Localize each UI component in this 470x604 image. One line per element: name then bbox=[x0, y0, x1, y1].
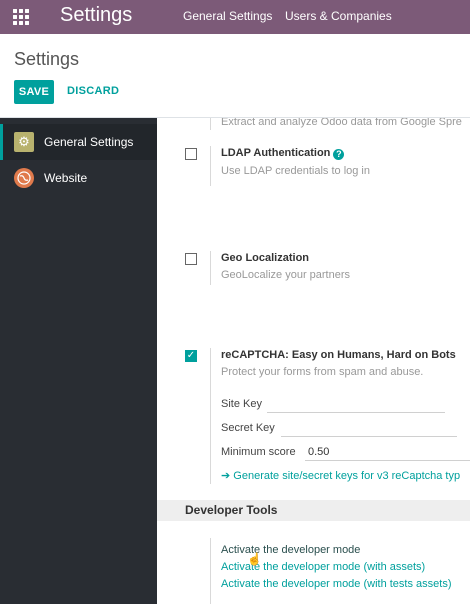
ldap-title: LDAP Authentication? bbox=[221, 147, 345, 160]
geo-localization-checkbox[interactable] bbox=[185, 253, 197, 265]
recaptcha-description: Protect your forms from spam and abuse. bbox=[221, 366, 424, 378]
generate-keys-link-text: Generate site/secret keys for v3 reCaptc… bbox=[233, 470, 461, 482]
ldap-title-text: LDAP Authentication bbox=[221, 147, 331, 159]
developer-tools-title: Developer Tools bbox=[185, 503, 278, 517]
help-icon[interactable]: ? bbox=[333, 148, 345, 160]
menu-general-settings[interactable]: General Settings bbox=[183, 9, 272, 23]
sidebar-item-label: General Settings bbox=[44, 135, 134, 149]
developer-tools-header: Developer Tools bbox=[157, 500, 470, 521]
geo-localization-description: GeoLocalize your partners bbox=[221, 269, 351, 281]
site-key-input[interactable] bbox=[267, 412, 445, 413]
hand-cursor-icon: ☝ bbox=[247, 552, 262, 566]
minimum-score-label: Minimum score bbox=[221, 446, 296, 458]
ldap-checkbox[interactable] bbox=[185, 148, 197, 160]
discard-button[interactable]: DISCARD bbox=[67, 85, 119, 97]
app-brand[interactable]: Settings bbox=[60, 4, 132, 27]
minimum-score-input[interactable]: 0.50 bbox=[308, 446, 329, 458]
recaptcha-checkbox[interactable]: ✓ bbox=[185, 350, 197, 362]
generate-keys-link[interactable]: ➔ Generate site/secret keys for v3 reCap… bbox=[221, 469, 460, 482]
divider bbox=[210, 146, 211, 186]
settings-sidebar: ⚙ General Settings Website bbox=[0, 118, 157, 604]
sidebar-item-label: Website bbox=[44, 171, 88, 185]
sidebar-item-website[interactable]: Website bbox=[0, 160, 157, 196]
control-panel: Settings SAVE DISCARD bbox=[0, 34, 470, 118]
site-key-label: Site Key bbox=[221, 398, 262, 410]
minimum-score-underline bbox=[305, 460, 470, 461]
save-button[interactable]: SAVE bbox=[14, 80, 54, 104]
divider bbox=[210, 348, 211, 484]
secret-key-input[interactable] bbox=[281, 436, 457, 437]
page-title: Settings bbox=[14, 49, 80, 69]
secret-key-label: Secret Key bbox=[221, 422, 275, 434]
activate-developer-mode-tests-link[interactable]: Activate the developer mode (with tests … bbox=[221, 578, 452, 590]
settings-content: Extract and analyze Odoo data from Googl… bbox=[157, 118, 470, 604]
ldap-description: Use LDAP credentials to log in bbox=[221, 165, 370, 177]
globe-icon bbox=[14, 168, 34, 188]
setting-description: Extract and analyze Odoo data from Googl… bbox=[221, 118, 462, 128]
menu-users-companies[interactable]: Users & Companies bbox=[285, 9, 392, 23]
divider bbox=[210, 118, 211, 130]
apps-grid-icon[interactable] bbox=[13, 9, 30, 26]
gear-icon: ⚙ bbox=[14, 132, 34, 152]
sidebar-item-general-settings[interactable]: ⚙ General Settings bbox=[0, 124, 157, 160]
top-navbar: Settings General Settings Users & Compan… bbox=[0, 0, 470, 34]
recaptcha-title: reCAPTCHA: Easy on Humans, Hard on Bots bbox=[221, 349, 456, 361]
activate-developer-mode-link[interactable]: Activate the developer mode bbox=[221, 544, 360, 556]
divider bbox=[210, 251, 211, 285]
divider bbox=[210, 538, 211, 604]
arrow-right-icon: ➔ bbox=[221, 470, 234, 482]
geo-localization-title: Geo Localization bbox=[221, 252, 310, 264]
